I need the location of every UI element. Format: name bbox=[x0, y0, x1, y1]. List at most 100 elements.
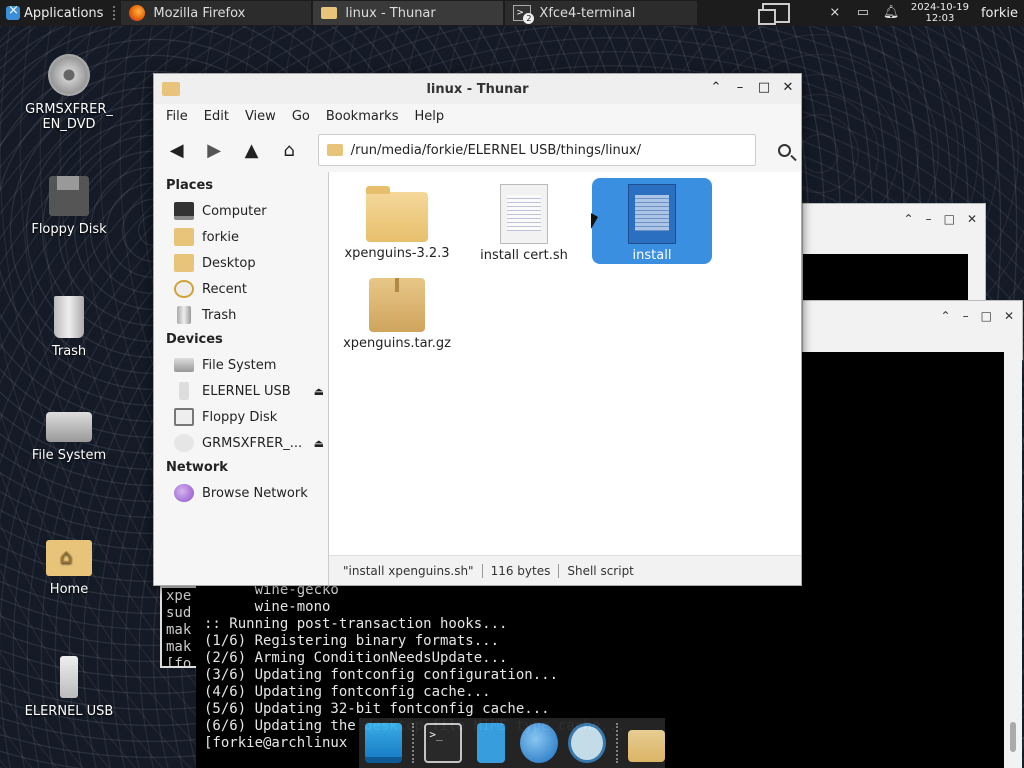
menubar: File Edit View Go Bookmarks Help bbox=[154, 104, 801, 128]
taskbar-terminal[interactable]: >_ 2 Xfce4-terminal bbox=[505, 1, 698, 25]
desktop-icon-dvd[interactable]: GRMSXFRER_ EN_DVD bbox=[14, 54, 124, 132]
minimize-icon[interactable]: – bbox=[733, 80, 747, 95]
sidebar-item-filesystem[interactable]: File System bbox=[154, 352, 328, 378]
thunar-titlebar[interactable]: linux - Thunar ⌃ – □ ✕ bbox=[154, 74, 801, 104]
desktop-icon-usb[interactable]: ELERNEL USB bbox=[14, 656, 124, 719]
minimize-up-icon[interactable]: ⌃ bbox=[941, 309, 951, 323]
menu-file[interactable]: File bbox=[166, 109, 188, 124]
desktop-icon-trash[interactable]: Trash bbox=[14, 296, 124, 359]
menu-edit[interactable]: Edit bbox=[204, 109, 229, 124]
user-menu[interactable]: forkie bbox=[981, 6, 1018, 21]
file-name: install cert.sh bbox=[480, 248, 568, 263]
forward-arrow-icon[interactable]: ▶ bbox=[199, 135, 228, 165]
file-item-script[interactable]: install cert.sh bbox=[464, 178, 584, 264]
up-arrow-icon[interactable]: ▲ bbox=[237, 135, 266, 165]
menu-help[interactable]: Help bbox=[414, 109, 444, 124]
sidebar-item-label: Browse Network bbox=[202, 485, 308, 501]
close-icon[interactable]: ✕ bbox=[781, 80, 795, 95]
desktop-icon-filesystem[interactable]: File System bbox=[14, 412, 124, 463]
clock[interactable]: 2024-10-19 12:03 bbox=[911, 2, 969, 24]
home-icon bbox=[174, 228, 194, 246]
file-name: install xpenguins.sh bbox=[608, 248, 696, 278]
shade-icon[interactable]: ⌃ bbox=[709, 80, 723, 95]
computer-icon bbox=[174, 202, 194, 220]
app-finder-icon[interactable] bbox=[567, 723, 606, 763]
sidebar-item-label: Recent bbox=[202, 281, 247, 297]
folder-icon bbox=[366, 186, 428, 242]
sidebar-item-dvd[interactable]: GRMSXFRER_... ⏏ bbox=[154, 430, 328, 456]
close-icon[interactable]: ✕ bbox=[1004, 309, 1014, 323]
file-name: xpenguins-3.2.3 bbox=[344, 246, 450, 261]
search-icon bbox=[777, 143, 791, 157]
terminal-window-upper[interactable] bbox=[802, 352, 1004, 580]
file-item-archive[interactable]: xpenguins.tar.gz bbox=[337, 272, 457, 358]
desktop-icon-floppy[interactable]: Floppy Disk bbox=[14, 176, 124, 237]
taskbar-firefox-label: Mozilla Firefox bbox=[153, 5, 246, 21]
desktop-icon-home[interactable]: Home bbox=[14, 540, 124, 597]
menu-bookmarks[interactable]: Bookmarks bbox=[326, 109, 399, 124]
file-item-folder[interactable]: xpenguins-3.2.3 bbox=[337, 178, 457, 264]
sidebar-item-usb[interactable]: ELERNEL USB ⏏ bbox=[154, 378, 328, 404]
file-item-script-selected[interactable]: install xpenguins.sh bbox=[592, 178, 712, 278]
taskbar-terminal-label: Xfce4-terminal bbox=[539, 5, 636, 21]
sidebar-item-recent[interactable]: Recent bbox=[154, 276, 328, 302]
taskbar-thunar[interactable]: linux - Thunar bbox=[313, 1, 504, 25]
desktop-icon-label: GRMSXFRER_ EN_DVD bbox=[25, 102, 113, 132]
window-controls: ⌃ – □ ✕ bbox=[709, 80, 795, 95]
sidebar-item-trash[interactable]: Trash bbox=[154, 302, 328, 328]
eject-icon[interactable]: ⏏ bbox=[314, 437, 324, 450]
eject-icon[interactable]: ⏏ bbox=[314, 385, 324, 398]
notification-bell-icon[interactable]: 🔔︎ bbox=[883, 6, 900, 20]
shell-script-icon bbox=[628, 184, 676, 244]
file-view[interactable]: xpenguins-3.2.3 install cert.sh install … bbox=[329, 172, 801, 585]
workspace-switcher[interactable] bbox=[758, 3, 790, 25]
dock: >_ bbox=[359, 718, 666, 768]
battery-icon[interactable]: ▭ bbox=[855, 6, 871, 20]
home-icon[interactable]: ⌂ bbox=[274, 135, 303, 165]
panel-separator bbox=[113, 6, 117, 20]
sidebar-item-computer[interactable]: Computer bbox=[154, 198, 328, 224]
sidebar-header-network: Network bbox=[166, 460, 228, 475]
desktop-icon-label: Home bbox=[49, 582, 89, 597]
terminal-scrollbar[interactable] bbox=[1004, 352, 1022, 768]
maximize-icon[interactable]: □ bbox=[944, 212, 955, 226]
dock-separator bbox=[615, 723, 618, 763]
clock-time: 12:03 bbox=[925, 13, 955, 24]
maximize-icon[interactable]: □ bbox=[981, 309, 992, 323]
folder-icon[interactable] bbox=[627, 730, 666, 762]
minimize-up-icon[interactable]: ⌃ bbox=[904, 212, 914, 226]
background-window-2[interactable]: ⌃ – □ ✕ bbox=[802, 300, 1023, 361]
status-bar: "install xpenguins.sh" 116 bytes Shell s… bbox=[329, 555, 801, 585]
sidebar-item-browse-network[interactable]: Browse Network bbox=[154, 480, 328, 506]
location-bar[interactable]: /run/media/forkie/ELERNEL USB/things/lin… bbox=[317, 134, 756, 166]
file-manager-icon[interactable] bbox=[477, 723, 506, 763]
search-button[interactable] bbox=[768, 134, 801, 166]
network-off-icon[interactable]: ⨯ bbox=[827, 6, 843, 20]
scrollbar-thumb[interactable] bbox=[1010, 722, 1016, 752]
show-desktop-icon[interactable] bbox=[365, 723, 403, 763]
sidebar-item-home[interactable]: forkie bbox=[154, 224, 328, 250]
maximize-icon[interactable]: □ bbox=[757, 80, 771, 95]
sidebar-header-devices: Devices bbox=[166, 332, 223, 347]
hard-drive-icon bbox=[174, 358, 194, 372]
status-file-type: Shell script bbox=[567, 563, 634, 578]
window-title: linux - Thunar bbox=[426, 81, 529, 97]
menu-view[interactable]: View bbox=[245, 109, 276, 124]
background-window-1[interactable]: ⌃ – □ ✕ bbox=[802, 203, 986, 304]
close-icon[interactable]: ✕ bbox=[967, 212, 977, 226]
sidebar-item-floppy[interactable]: Floppy Disk bbox=[154, 404, 328, 430]
minimize-icon[interactable]: – bbox=[963, 309, 969, 323]
menu-go[interactable]: Go bbox=[292, 109, 310, 124]
taskbar-firefox[interactable]: Mozilla Firefox bbox=[121, 1, 312, 25]
terminal-icon[interactable]: >_ bbox=[424, 723, 463, 763]
file-name: xpenguins.tar.gz bbox=[343, 336, 451, 351]
minimize-icon[interactable]: – bbox=[926, 212, 932, 226]
window-controls: ⌃ – □ ✕ bbox=[904, 212, 977, 226]
sidebar-item-label: Desktop bbox=[202, 255, 256, 271]
applications-menu-button[interactable]: Applications bbox=[0, 0, 109, 26]
window-controls: ⌃ – □ ✕ bbox=[941, 309, 1014, 323]
thunar-window: linux - Thunar ⌃ – □ ✕ File Edit View Go… bbox=[153, 73, 802, 586]
back-arrow-icon[interactable]: ◀ bbox=[162, 135, 191, 165]
web-browser-icon[interactable] bbox=[520, 723, 558, 763]
sidebar-item-desktop[interactable]: Desktop bbox=[154, 250, 328, 276]
